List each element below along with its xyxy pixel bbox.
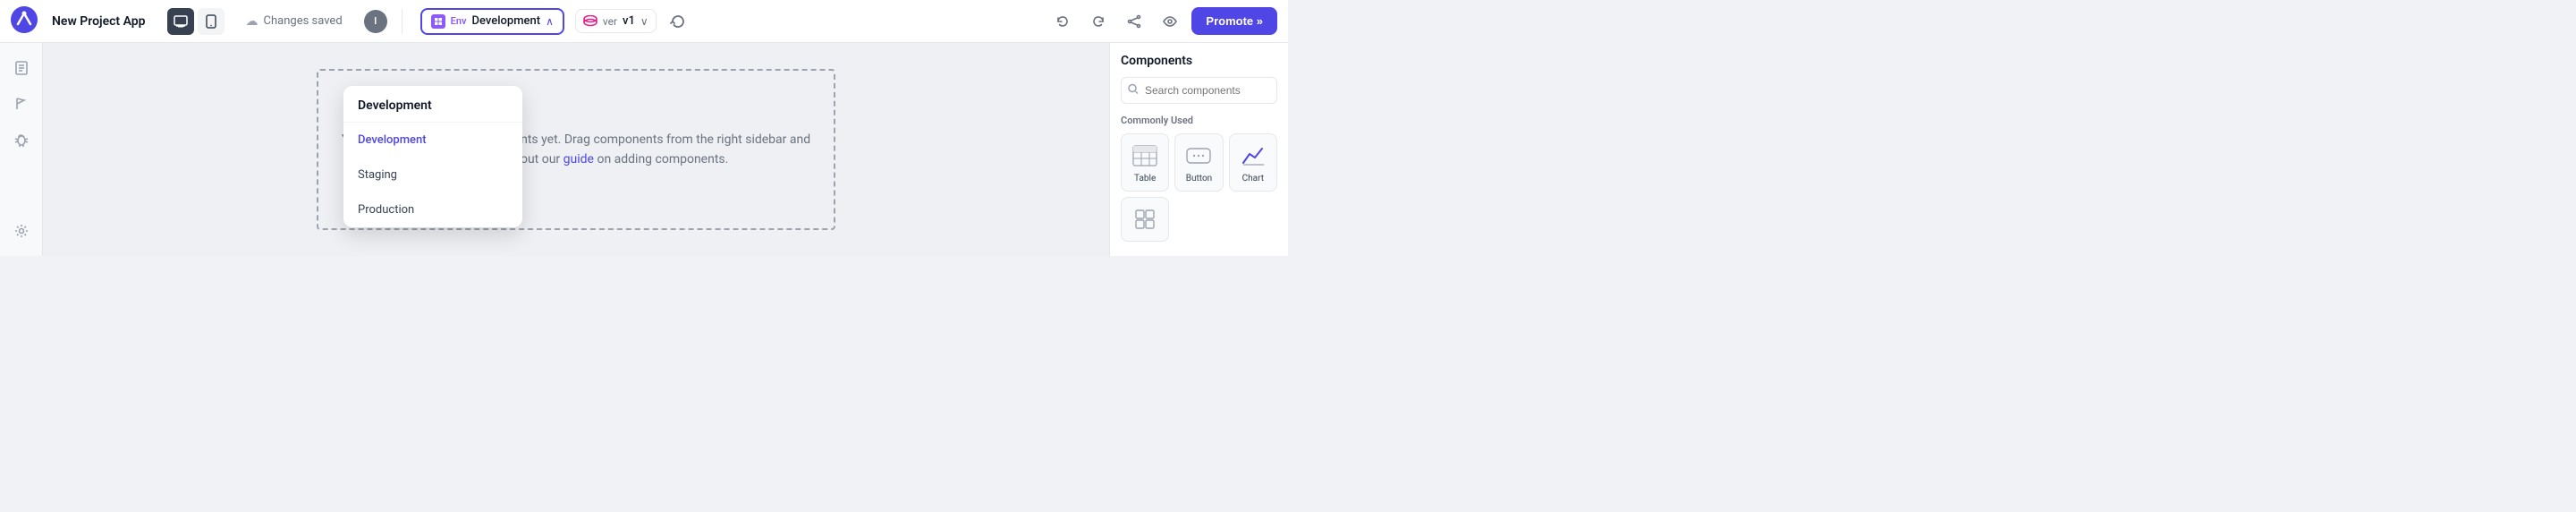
env-dropdown[interactable]: Env Development ∧: [420, 8, 564, 35]
desktop-view-button[interactable]: [167, 8, 194, 35]
header: New Project App ☁ Changes saved I: [0, 0, 1288, 43]
sidebar-item-pages[interactable]: [7, 54, 36, 82]
dropdown-item-staging[interactable]: Staging: [343, 158, 522, 192]
env-dropdown-menu: Development Development Staging Producti…: [343, 86, 522, 227]
view-mode-group: [167, 8, 225, 35]
cloud-icon: ☁: [246, 14, 258, 29]
search-icon: [1128, 84, 1139, 98]
ver-value: v1: [623, 14, 635, 28]
components-grid-row2: [1121, 197, 1277, 242]
component-item-chart[interactable]: Chart: [1229, 133, 1277, 192]
extra-icon: [1131, 205, 1159, 234]
table-icon: [1131, 141, 1159, 170]
changes-saved-indicator: ☁ Changes saved: [246, 14, 343, 29]
components-panel-title: Components: [1121, 54, 1277, 68]
button-label: Button: [1186, 174, 1212, 183]
search-input[interactable]: [1121, 77, 1277, 104]
guide-link[interactable]: guide: [564, 152, 594, 166]
sidebar-item-flags[interactable]: [7, 90, 36, 118]
components-panel: Components Commonly Used: [1109, 43, 1288, 256]
button-icon: [1184, 141, 1213, 170]
search-wrapper: [1121, 77, 1277, 104]
env-label: Env: [451, 15, 467, 27]
preview-button[interactable]: [1156, 7, 1184, 36]
main-layout: You haven't added any components yet. Dr…: [0, 43, 1288, 256]
component-item-table[interactable]: Table: [1121, 133, 1169, 192]
header-right-actions: Promote »: [1048, 7, 1277, 36]
components-grid: Table Button: [1121, 133, 1277, 192]
canvas-area: You haven't added any components yet. Dr…: [43, 43, 1109, 256]
table-label: Table: [1134, 174, 1156, 183]
chart-icon: [1239, 141, 1267, 170]
left-sidebar: [0, 43, 43, 256]
env-value: Development: [472, 14, 541, 28]
dropdown-item-development[interactable]: Development: [343, 123, 522, 158]
component-item-button[interactable]: Button: [1174, 133, 1223, 192]
refresh-button[interactable]: [664, 7, 692, 36]
component-item-extra[interactable]: [1121, 197, 1169, 242]
logo: [11, 6, 45, 37]
chevron-up-icon: ∧: [546, 15, 554, 28]
redo-button[interactable]: [1084, 7, 1113, 36]
mobile-view-button[interactable]: [198, 8, 225, 35]
sidebar-item-bugs[interactable]: [7, 125, 36, 154]
share-button[interactable]: [1120, 7, 1148, 36]
env-icon: [431, 14, 445, 29]
user-avatar: I: [364, 10, 387, 33]
ver-label: ver: [603, 15, 617, 28]
dropdown-header: Development: [343, 86, 522, 123]
ver-chevron-icon: ∨: [640, 15, 648, 28]
undo-button[interactable]: [1048, 7, 1077, 36]
sidebar-item-settings[interactable]: [7, 217, 36, 245]
chart-label: Chart: [1242, 174, 1264, 183]
commonly-used-label: Commonly Used: [1121, 115, 1277, 126]
version-selector[interactable]: ver v1 ∨: [575, 9, 657, 33]
dropdown-item-production[interactable]: Production: [343, 192, 522, 227]
promote-button[interactable]: Promote »: [1191, 7, 1277, 35]
app-title: New Project App: [52, 14, 146, 29]
